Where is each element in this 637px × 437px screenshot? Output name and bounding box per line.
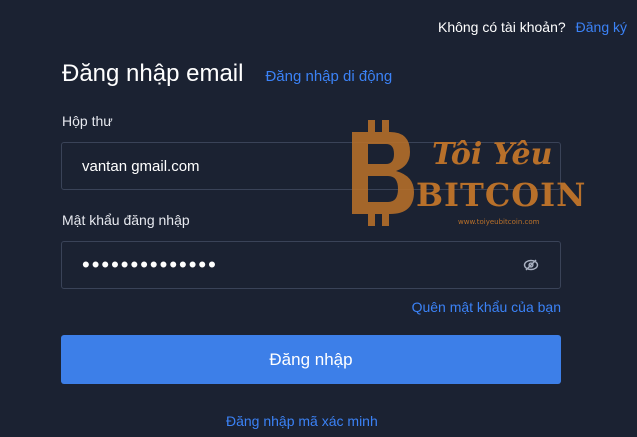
bitcoin-b-icon bbox=[352, 120, 414, 226]
page-title: Đăng nhập email bbox=[62, 60, 244, 87]
watermark-brand-line2: BITCOIN bbox=[416, 176, 586, 214]
password-label: Mật khẩu đăng nhập bbox=[62, 212, 190, 228]
register-link[interactable]: Đăng ký bbox=[576, 19, 627, 35]
watermark-logo: Tôi Yêu BITCOIN www.toiyeubitcoin.com bbox=[352, 120, 586, 226]
watermark-site: www.toiyeubitcoin.com bbox=[458, 218, 540, 226]
login-header: Đăng nhập email Đăng nhập di động bbox=[62, 60, 392, 88]
no-account-text: Không có tài khoản? bbox=[437, 19, 566, 35]
signup-prompt: Không có tài khoản? Đăng ký bbox=[438, 19, 627, 35]
eye-slash-icon[interactable] bbox=[522, 256, 540, 274]
login-button[interactable]: Đăng nhập bbox=[61, 335, 561, 384]
password-field[interactable]: •••••••••••••• bbox=[82, 252, 522, 278]
password-field-wrapper: •••••••••••••• bbox=[61, 241, 561, 289]
email-label: Hộp thư bbox=[62, 113, 113, 129]
mobile-login-link[interactable]: Đăng nhập di động bbox=[265, 68, 392, 85]
forgot-password-link[interactable]: Quên mật khẩu của bạn bbox=[412, 299, 561, 315]
watermark-brand-line1: Tôi Yêu bbox=[432, 137, 552, 172]
verification-code-login-link[interactable]: Đăng nhập mã xác minh bbox=[226, 413, 378, 429]
